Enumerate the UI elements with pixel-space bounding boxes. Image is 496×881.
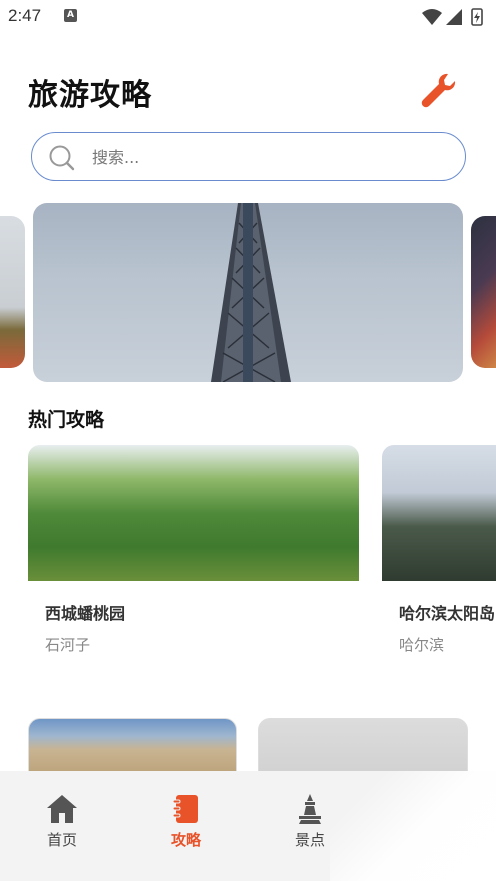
- nav-item-guide[interactable]: 攻略: [146, 793, 226, 850]
- banner-slide-current[interactable]: [33, 203, 463, 382]
- search-input[interactable]: [92, 144, 432, 170]
- nav-item-home[interactable]: 首页: [22, 793, 102, 850]
- notebook-icon: [172, 795, 198, 823]
- hot-card[interactable]: 哈尔滨太阳岛 哈尔滨: [382, 445, 496, 665]
- home-icon: [47, 795, 77, 823]
- hot-card-name: 哈尔滨太阳岛: [399, 604, 496, 623]
- hot-card-city: 石河子: [45, 636, 91, 654]
- page-title: 旅游攻略: [28, 78, 152, 113]
- hot-card[interactable]: 西城蟠桃园 石河子: [28, 445, 359, 665]
- section-title-hot: 热门攻略: [28, 409, 105, 431]
- banner-slide-previous[interactable]: [0, 216, 25, 368]
- tower-image: [211, 203, 291, 382]
- wrench-icon[interactable]: [418, 70, 458, 110]
- notification-icon: A: [64, 9, 77, 22]
- wifi-icon: [422, 9, 442, 25]
- search-bar[interactable]: [31, 132, 466, 181]
- tower-icon: [299, 794, 321, 824]
- status-time: 2:47: [8, 6, 42, 25]
- system-status-icons: [422, 8, 483, 26]
- hot-card-city: 哈尔滨: [399, 636, 445, 654]
- nav-item-label: 首页: [46, 831, 77, 849]
- page-curl-overlay: [330, 771, 496, 881]
- signal-icon: [446, 9, 462, 25]
- search-icon: [49, 145, 75, 171]
- hot-card-image: [28, 445, 359, 581]
- hot-card-name: 西城蟠桃园: [45, 604, 126, 623]
- nav-item-label: 攻略: [170, 831, 201, 849]
- status-bar: 2:47 A: [0, 0, 496, 34]
- banner-slide-next[interactable]: [471, 216, 496, 368]
- hot-card-image: [382, 445, 496, 581]
